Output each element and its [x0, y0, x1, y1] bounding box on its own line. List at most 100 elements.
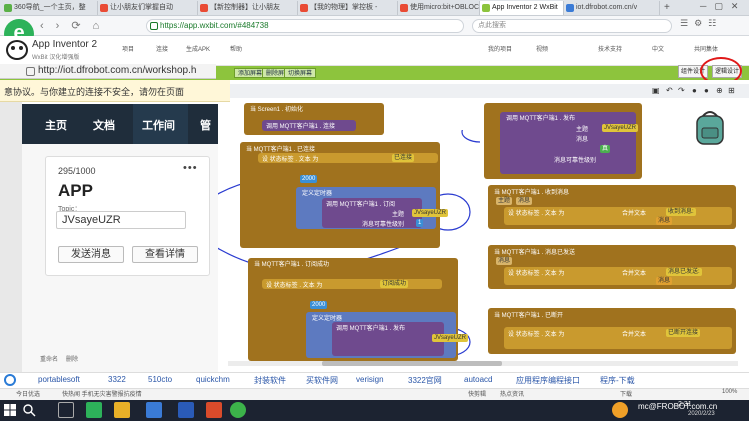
- bookmark-item[interactable]: portablesoft: [38, 375, 80, 384]
- menu-language[interactable]: 中文: [652, 44, 664, 53]
- save-icon[interactable]: ▣: [652, 86, 662, 96]
- nav-docs[interactable]: 文档: [93, 117, 115, 133]
- bookmark-item[interactable]: quickchm: [196, 375, 230, 384]
- switch-screen-button[interactable]: 切换屏幕: [284, 68, 317, 78]
- menu-connect[interactable]: 连接: [156, 44, 168, 53]
- zoom-level[interactable]: 100%: [722, 389, 737, 395]
- param-msg-2: 消息: [496, 257, 513, 265]
- status-item[interactable]: 今日优选: [16, 389, 40, 398]
- browser-toolbar-icons[interactable]: ☰⚙☷: [680, 18, 722, 29]
- tab-favicon-icon: [4, 4, 12, 12]
- clock-date[interactable]: 2020/2/23: [688, 411, 715, 417]
- center-icon[interactable]: ⊞: [728, 86, 738, 96]
- tab-favicon-icon: [566, 4, 574, 12]
- status-item[interactable]: 热点资讯: [500, 389, 524, 398]
- window-controls-icon[interactable]: ─▢✕: [700, 1, 746, 12]
- clock-time[interactable]: 2:31: [678, 401, 692, 408]
- disconnected-text: 已断开连接: [666, 329, 701, 337]
- subscribe-call-label: 调用 MQTT客户端1 . 订阅: [326, 202, 396, 208]
- word-icon[interactable]: [178, 402, 194, 418]
- search-placeholder: 点此搜索: [478, 22, 506, 29]
- new-tab-icon[interactable]: +: [664, 2, 670, 14]
- msg-received-label: 当 MQTT客户端1 . 收到消息: [494, 190, 570, 196]
- view-details-button[interactable]: 查看详情: [132, 246, 198, 263]
- nav-buttons-icon[interactable]: ‹›⟳⌂: [40, 19, 111, 32]
- browser-tab[interactable]: 【我的物理】掌控板 -: [298, 1, 398, 15]
- bookmark-item[interactable]: 应用程序编程接口: [516, 375, 580, 386]
- delete-label[interactable]: 删除: [66, 354, 78, 363]
- panda-eye-icon: [11, 46, 15, 50]
- publish-true-value: 真: [600, 145, 611, 153]
- menu-account[interactable]: 共同集体: [694, 44, 718, 53]
- bookmark-item[interactable]: verisign: [356, 375, 384, 384]
- menu-video[interactable]: 视频: [536, 44, 548, 53]
- zoom-icon[interactable]: ⊕: [716, 86, 726, 96]
- browser-tab[interactable]: 360导航_一个主页，整: [2, 1, 98, 15]
- subscribed-text: 订阅成功: [380, 280, 409, 288]
- more-options-icon[interactable]: •••: [183, 162, 198, 174]
- app-subtitle: WxBit 汉化增强版: [32, 55, 80, 61]
- bookmark-item[interactable]: 封装软件: [254, 375, 286, 386]
- wps-icon[interactable]: [206, 402, 222, 418]
- menu-help[interactable]: 帮助: [230, 44, 242, 53]
- url-text: https://app.wxbit.com/#484738: [160, 21, 269, 30]
- browser-taskbar-icon[interactable]: [86, 402, 102, 418]
- search-icon[interactable]: [22, 403, 36, 417]
- app-title: App Inventor 2: [32, 39, 98, 50]
- send-message-button[interactable]: 发送消息: [58, 246, 124, 263]
- browser-tab-active[interactable]: App Inventor 2 WxBit: [480, 1, 564, 15]
- undo-icon[interactable]: ↶: [666, 86, 676, 96]
- join-label-4: 合并文本: [622, 271, 647, 277]
- tab-favicon-icon: [400, 4, 408, 12]
- join-label-5: 合并文本: [622, 332, 647, 338]
- disconnected-label: 当 MQTT客户端1 . 已断开: [494, 313, 564, 319]
- tab-favicon-icon: [200, 4, 208, 12]
- task-view-icon[interactable]: [58, 402, 74, 418]
- bookmark-item[interactable]: 买软件网: [306, 375, 338, 386]
- bookmark-item[interactable]: 程序-下载: [600, 375, 635, 386]
- timer-label-2: 定义定时器: [312, 316, 343, 322]
- taskbar: [0, 400, 749, 421]
- workspace-scroll-thumb[interactable]: [322, 361, 502, 366]
- browser-tab[interactable]: iot.dfrobot.com.cn/v: [564, 1, 660, 15]
- rename-label[interactable]: 重命名: [40, 354, 58, 363]
- backpack-icon[interactable]: [693, 108, 727, 146]
- browser-tab[interactable]: 【新控制器】让小朋友: [198, 1, 298, 15]
- nav-workspace[interactable]: 工作间: [142, 117, 175, 133]
- subscribe-topic-value: JVsayeUZR: [412, 209, 449, 217]
- set-status-label: 设 状态标签 . 文本 为: [262, 157, 319, 163]
- status-item[interactable]: 快热闻 手机无灾害警报抗疫情: [62, 389, 142, 398]
- warning-icon[interactable]: ●: [692, 86, 702, 96]
- status-item[interactable]: 下载: [620, 389, 632, 398]
- folder-icon[interactable]: [114, 402, 130, 418]
- nav-home[interactable]: 主页: [45, 117, 67, 133]
- menu-project[interactable]: 项目: [122, 44, 134, 53]
- page-icon: [26, 67, 35, 76]
- windows-start-icon[interactable]: [3, 403, 17, 417]
- msg-sent-label: 当 MQTT客户端1 . 消息已发送: [494, 250, 576, 256]
- timer-ms-value: 2000: [300, 175, 318, 183]
- message-count: 295/1000: [58, 166, 96, 176]
- iot-url-text[interactable]: http://iot.dfrobot.com.cn/workshop.h: [38, 65, 196, 76]
- menu-support[interactable]: 技术支持: [598, 44, 622, 53]
- wechat-icon[interactable]: [230, 402, 246, 418]
- browser-tab[interactable]: 让小朋友们掌握自动: [98, 1, 198, 15]
- app-taskbar-icon[interactable]: [146, 402, 162, 418]
- bookmark-item[interactable]: 3322官网: [408, 375, 442, 386]
- timer-label: 定义定时器: [302, 191, 333, 197]
- redo-icon[interactable]: ↷: [678, 86, 688, 96]
- nav-manage[interactable]: 管: [200, 117, 211, 133]
- error-icon[interactable]: ●: [704, 86, 714, 96]
- connect-call-label: 调用 MQTT客户端1 . 连接: [266, 124, 336, 130]
- tray-app-icon[interactable]: [612, 402, 628, 418]
- bookmark-item[interactable]: autoacd: [464, 375, 492, 384]
- browser-tab[interactable]: 使用micro:bit+OBLOC: [398, 1, 480, 15]
- status-item[interactable]: 快剪辑: [468, 389, 486, 398]
- bookmark-item[interactable]: 3322: [108, 375, 126, 384]
- bookmark-item[interactable]: 510cto: [148, 375, 172, 384]
- menu-build[interactable]: 生成APK: [186, 44, 210, 53]
- sent-text: 消息已发送:: [666, 268, 702, 276]
- publish-call-label: 调用 MQTT客户端1 . 发布: [506, 116, 576, 122]
- topic-field[interactable]: JVsayeUZR: [56, 211, 186, 229]
- menu-my-projects[interactable]: 我的项目: [488, 44, 512, 53]
